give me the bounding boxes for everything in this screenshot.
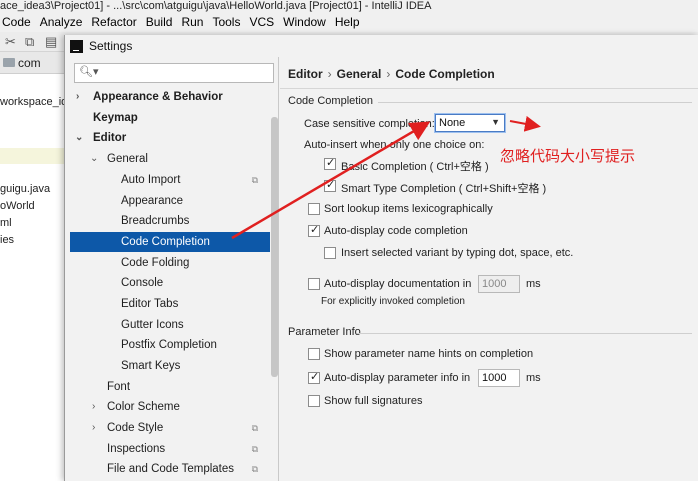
full-signatures-checkbox[interactable]: [308, 395, 320, 407]
project-settings-icon: ⧉: [251, 464, 258, 474]
tree-item-breadcrumbs[interactable]: Breadcrumbs: [70, 211, 270, 231]
basic-completion-label: Basic Completion ( Ctrl+空格 ): [341, 161, 489, 173]
tree-item-code-folding[interactable]: Code Folding: [70, 253, 270, 273]
case-sensitive-label: Case sensitive completion:: [304, 118, 435, 130]
ide-window-title: ace_idea3\Project01] - ...\src\com\atgui…: [0, 0, 698, 12]
project-item[interactable]: guigu.java: [0, 183, 50, 195]
tree-item-keymap[interactable]: Keymap: [70, 108, 270, 128]
smart-completion-label: Smart Type Completion ( Ctrl+Shift+空格 ): [341, 183, 547, 195]
menu-analyze[interactable]: Analyze: [40, 15, 83, 29]
menu-help[interactable]: Help: [335, 15, 360, 29]
case-sensitive-select[interactable]: None ▼: [435, 114, 505, 132]
auto-display-completion-checkbox[interactable]: [308, 223, 320, 237]
menu-run[interactable]: Run: [181, 15, 203, 29]
insert-variant-checkbox[interactable]: [324, 247, 336, 259]
project-highlight-row: [0, 148, 66, 164]
chevron-right-icon: ›: [92, 401, 96, 412]
explicit-completion-note: For explicitly invoked completion: [321, 296, 465, 307]
group-title-code-completion: Code Completion: [288, 95, 373, 107]
auto-insert-label: Auto-insert when only one choice on:: [304, 139, 485, 151]
menu-window[interactable]: Window: [283, 15, 326, 29]
tree-item-code-completion[interactable]: Code Completion: [70, 232, 270, 252]
chevron-down-icon: ▼: [491, 117, 500, 127]
chevron-down-icon: ⌄: [75, 132, 84, 143]
tree-item-editor[interactable]: ⌄ Editor: [70, 128, 270, 148]
tree-item-editor-tabs[interactable]: Editor Tabs: [70, 294, 270, 314]
code-completion-settings: Editor › General › Code Completion Code Comp…: [280, 57, 698, 481]
chevron-right-icon: ›: [76, 91, 80, 102]
ms-unit-label: ms: [526, 372, 541, 384]
settings-dialog: Settings 🔍︎▾ › Appearance & Behavior Key…: [64, 35, 698, 481]
menu-tools[interactable]: Tools: [212, 15, 240, 29]
project-item[interactable]: oWorld: [0, 200, 35, 212]
full-signatures-label: Show full signatures: [324, 395, 423, 407]
nav-package-label[interactable]: com: [18, 56, 41, 70]
folder-icon: [3, 58, 15, 67]
sort-lookup-checkbox[interactable]: [308, 203, 320, 215]
settings-search-input[interactable]: 🔍︎▾: [74, 63, 274, 83]
smart-completion-checkbox[interactable]: [324, 178, 336, 192]
project-settings-icon: ⧉: [251, 444, 258, 454]
cut-icon[interactable]: ✂: [5, 34, 16, 50]
ide-navigation-bar: com: [0, 52, 66, 74]
divider: [280, 88, 698, 89]
sort-lookup-label: Sort lookup items lexicographically: [324, 203, 493, 215]
auto-param-checkbox[interactable]: [308, 370, 320, 384]
ide-project-panel: workspace_id guigu.java oWorld ml ies: [0, 74, 67, 481]
chevron-right-icon: ›: [92, 422, 96, 433]
project-settings-icon: ⧉: [251, 175, 258, 185]
group-title-parameter-info: Parameter Info: [288, 326, 361, 338]
tree-item-appearance[interactable]: Appearance: [70, 191, 270, 211]
tree-item-inspections[interactable]: Inspections ⧉: [70, 439, 270, 459]
auto-param-label: Auto-display parameter info in: [324, 372, 471, 384]
tree-item-postfix-completion[interactable]: Postfix Completion: [70, 335, 270, 355]
divider: [357, 333, 692, 334]
auto-doc-checkbox[interactable]: [308, 278, 320, 290]
project-item[interactable]: workspace_id: [0, 96, 67, 108]
parameter-hints-label: Show parameter name hints on completion: [324, 348, 534, 360]
divider: [378, 102, 692, 103]
project-settings-icon: ⧉: [251, 423, 258, 433]
breadcrumb: Editor › General › Code Completion: [288, 67, 495, 81]
project-item[interactable]: ml: [0, 217, 12, 229]
auto-display-completion-label: Auto-display code completion: [324, 225, 468, 237]
menu-code[interactable]: Code: [2, 15, 31, 29]
tree-item-appearance-behavior[interactable]: › Appearance & Behavior: [70, 87, 270, 107]
tree-scrollbar[interactable]: [271, 117, 278, 377]
parameter-hints-checkbox[interactable]: [308, 348, 320, 360]
menu-refactor[interactable]: Refactor: [91, 15, 136, 29]
tree-item-smart-keys[interactable]: Smart Keys: [70, 356, 270, 376]
tree-item-color-scheme[interactable]: › Color Scheme: [70, 397, 270, 417]
tree-item-file-code-templates[interactable]: File and Code Templates ⧉: [70, 459, 270, 479]
paste-icon[interactable]: ▤: [45, 34, 57, 50]
search-icon: 🔍︎▾: [79, 66, 99, 78]
dialog-title-bar[interactable]: Settings: [65, 35, 698, 57]
ide-menu-bar: Code Analyze Refactor Build Run Tools VC…: [0, 12, 698, 32]
copy-icon[interactable]: ⧉: [25, 34, 34, 50]
tree-item-auto-import[interactable]: Auto Import ⧉: [70, 170, 270, 190]
project-item[interactable]: ies: [0, 234, 14, 246]
insert-variant-label: Insert selected variant by typing dot, s…: [341, 247, 574, 259]
intellij-icon: [70, 39, 83, 53]
basic-completion-checkbox[interactable]: [324, 156, 336, 170]
tree-item-code-style[interactable]: › Code Style ⧉: [70, 418, 270, 438]
menu-vcs[interactable]: VCS: [249, 15, 274, 29]
menu-build[interactable]: Build: [146, 15, 173, 29]
settings-tree-panel: 🔍︎▾ › Appearance & Behavior Keymap ⌄ Edi…: [65, 57, 279, 481]
chevron-down-icon: ⌄: [90, 153, 99, 164]
annotation-text: 忽略代码大小写提示: [500, 147, 636, 165]
tree-item-general[interactable]: ⌄ General: [70, 149, 270, 169]
auto-doc-delay-input[interactable]: 1000: [478, 275, 520, 293]
ms-unit-label: ms: [526, 278, 541, 290]
tree-item-font[interactable]: Font: [70, 377, 270, 397]
tree-item-console[interactable]: Console: [70, 273, 270, 293]
auto-doc-label: Auto-display documentation in: [324, 278, 472, 290]
dialog-title: Settings: [89, 39, 133, 53]
auto-param-delay-input[interactable]: 1000: [478, 369, 520, 387]
tree-item-gutter-icons[interactable]: Gutter Icons: [70, 315, 270, 335]
